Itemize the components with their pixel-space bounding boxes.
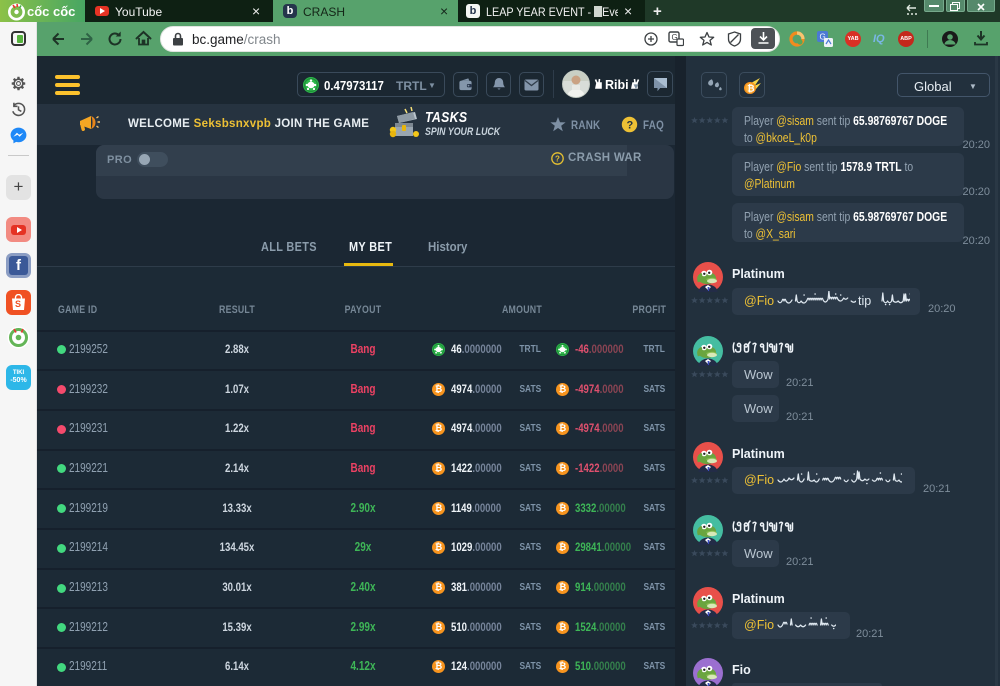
svg-text:S: S (15, 299, 21, 309)
svg-text:?: ? (555, 155, 560, 164)
svg-text:?: ? (627, 120, 634, 132)
svg-text:₿: ₿ (747, 84, 754, 94)
